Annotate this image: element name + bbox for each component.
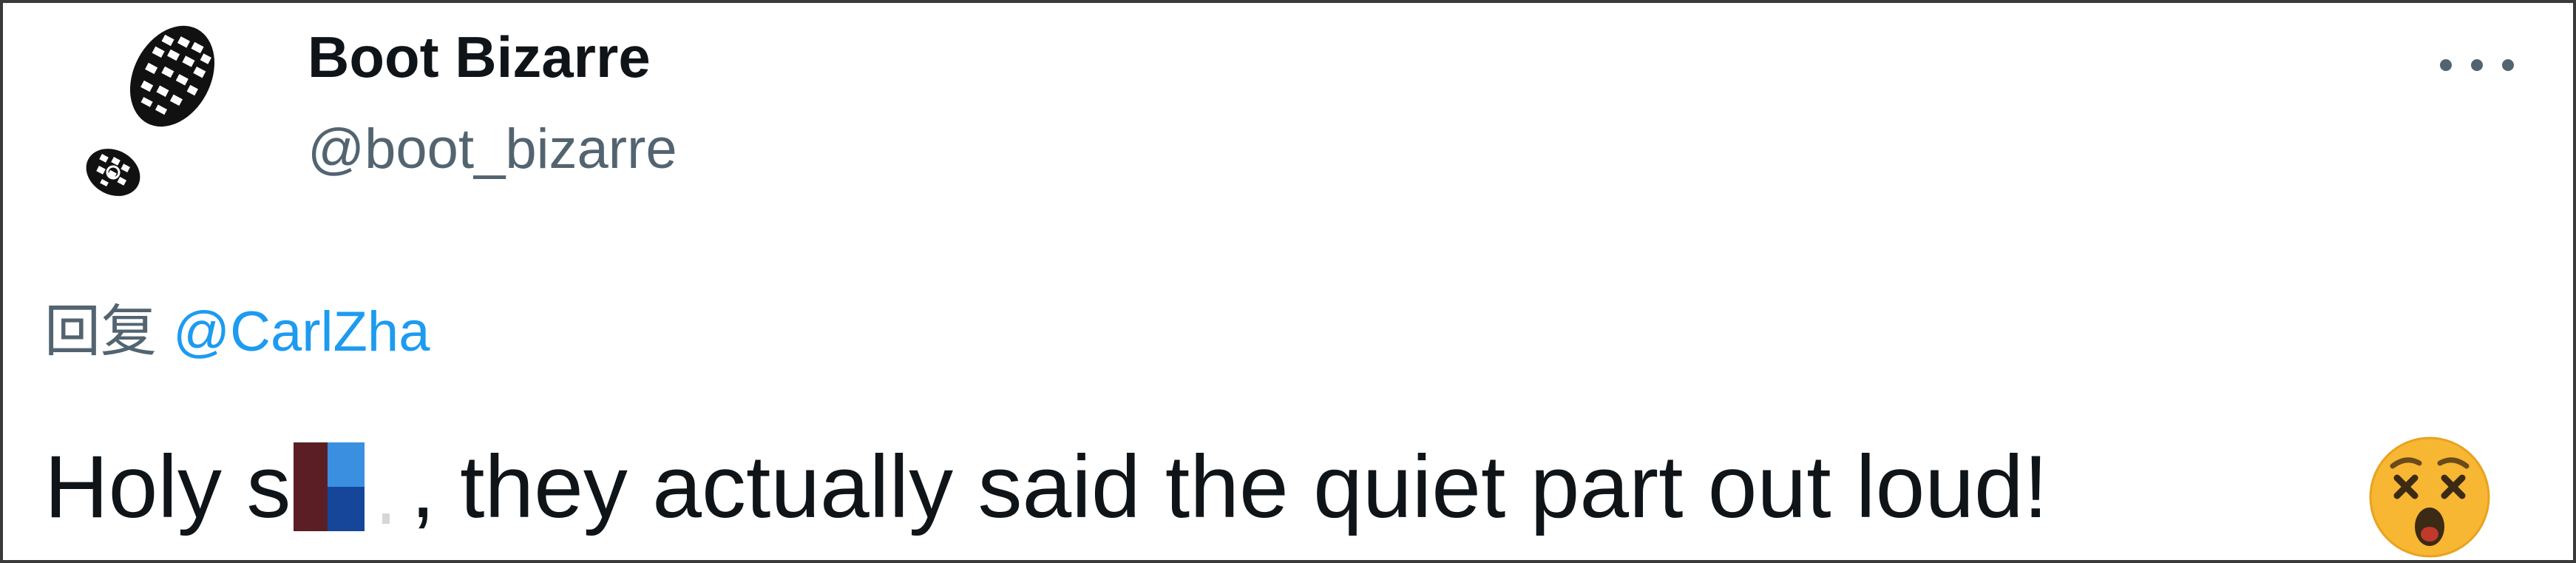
tweet-card: Boot Bizarre @boot_bizarre 回复 @CarlZha Ho… bbox=[0, 0, 2576, 563]
boot-print-avatar-icon bbox=[43, 13, 254, 225]
more-horizontal-icon-dot bbox=[2502, 59, 2514, 71]
tweet-text-end: , they actually said the quiet part out … bbox=[410, 437, 2049, 536]
avatar[interactable] bbox=[43, 13, 254, 225]
tweet-text: Holy s , they actually said the quiet pa… bbox=[44, 442, 2048, 531]
more-button[interactable] bbox=[2440, 41, 2514, 89]
tweet-text-start: Holy s bbox=[44, 437, 291, 536]
reply-context: 回复 @CarlZha bbox=[44, 303, 430, 360]
censor-block bbox=[294, 442, 404, 531]
user-handle[interactable]: @boot_bizarre bbox=[308, 121, 677, 178]
more-horizontal-icon-dot bbox=[2471, 59, 2483, 71]
display-name[interactable]: Boot Bizarre bbox=[308, 28, 651, 86]
more-horizontal-icon bbox=[2440, 59, 2452, 71]
reply-mention-link[interactable]: @CarlZha bbox=[173, 300, 430, 363]
dizzy-face-emoji-icon bbox=[2367, 435, 2492, 559]
reply-prefix: 回复 bbox=[44, 298, 157, 364]
